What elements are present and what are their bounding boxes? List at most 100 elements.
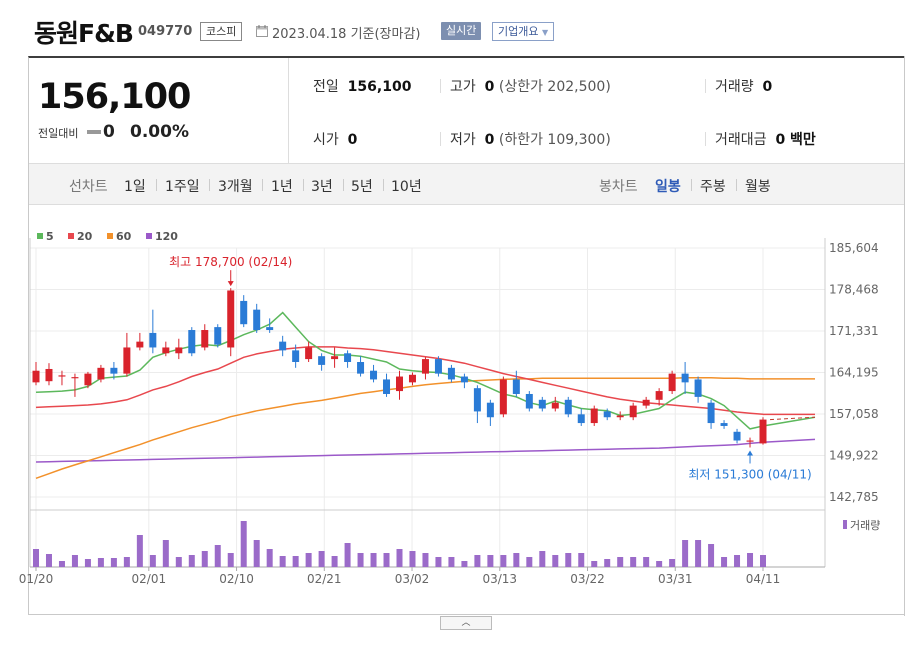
candle-body xyxy=(694,379,702,397)
candle-body xyxy=(227,290,235,348)
volume-bar xyxy=(136,535,143,567)
candle-body xyxy=(84,373,92,386)
candle-body xyxy=(499,379,507,415)
volume-bar xyxy=(175,557,182,567)
candle-body xyxy=(564,399,572,415)
y-tick-label: 142,785 xyxy=(829,490,879,504)
volume-bar xyxy=(695,540,702,567)
y-tick-label: 157,058 xyxy=(829,407,879,421)
x-tick-label: 03/02 xyxy=(395,572,430,586)
candle-body xyxy=(733,431,741,441)
volume-bar xyxy=(747,553,754,567)
candle-body xyxy=(434,359,442,374)
x-tick-label: 04/11 xyxy=(746,572,781,586)
volume-bar xyxy=(71,555,78,567)
candle-body xyxy=(668,373,676,392)
candle-body xyxy=(240,300,248,325)
candle-body xyxy=(58,375,66,377)
x-tick-label: 02/10 xyxy=(219,572,254,586)
candle-body xyxy=(175,347,183,354)
x-tick-label: 02/01 xyxy=(132,572,167,586)
volume-bar xyxy=(357,553,364,567)
volume-bar xyxy=(461,561,468,567)
candle-body xyxy=(383,379,391,394)
volume-bar xyxy=(630,557,637,567)
legend-swatch xyxy=(146,233,152,239)
candle-body xyxy=(214,327,222,345)
volume-bar xyxy=(305,553,312,567)
volume-bar xyxy=(58,561,65,567)
volume-label: 거래량 xyxy=(850,519,880,532)
candle-body xyxy=(305,347,313,360)
candle-body xyxy=(266,327,274,331)
volume-bar xyxy=(318,551,325,567)
candle-body xyxy=(681,373,689,383)
candle-body xyxy=(32,370,40,383)
legend-swatch xyxy=(107,233,113,239)
candle-body xyxy=(759,419,767,444)
volume-bar xyxy=(292,556,299,567)
candle-body xyxy=(551,402,559,409)
volume-bar xyxy=(474,555,481,567)
volume-bar xyxy=(669,559,676,567)
low-annotation: 최저 151,300 (04/11) xyxy=(688,467,811,481)
candle-body xyxy=(486,402,494,418)
y-tick-label: 178,468 xyxy=(829,283,879,297)
volume-bar xyxy=(188,555,195,567)
candle-body xyxy=(746,440,754,442)
volume-bar xyxy=(201,551,208,567)
volume-bar xyxy=(33,549,39,567)
volume-legend-swatch xyxy=(843,520,847,529)
candle-body xyxy=(616,415,624,418)
x-tick-label: 02/21 xyxy=(307,572,342,586)
candle-body xyxy=(188,330,196,354)
candle-body xyxy=(357,362,365,374)
legend-label: 120 xyxy=(155,230,178,243)
candle-body xyxy=(460,376,468,383)
candle-body xyxy=(253,309,261,331)
legend-swatch xyxy=(68,233,74,239)
candle-body xyxy=(110,367,118,374)
volume-bar xyxy=(149,555,156,567)
volume-bar xyxy=(539,551,546,567)
candle-body xyxy=(421,359,429,374)
candle-body xyxy=(629,405,637,418)
candle-body xyxy=(344,353,352,363)
x-tick-label: 03/31 xyxy=(658,572,693,586)
low-arrow-head xyxy=(747,450,754,456)
candle-body xyxy=(201,330,209,348)
volume-bar xyxy=(396,549,403,567)
volume-bar xyxy=(487,555,494,567)
volume-bar xyxy=(84,559,91,567)
y-tick-label: 185,604 xyxy=(829,241,879,255)
volume-bar xyxy=(409,551,416,567)
volume-bar xyxy=(578,553,585,567)
price-chart: 185,604 178,468 171,331 164,195 157,058 149,9… xyxy=(19,230,881,586)
volume-bar xyxy=(45,554,52,567)
collapse-button[interactable]: ︿ xyxy=(440,616,492,630)
candle-body xyxy=(707,402,715,424)
volume-bar xyxy=(760,555,766,567)
volume-bar xyxy=(214,545,221,567)
x-tick-label: 03/13 xyxy=(482,572,517,586)
candle-body xyxy=(318,356,326,365)
candle-body xyxy=(396,376,403,392)
volume-bar xyxy=(513,553,520,567)
volume-bar xyxy=(110,558,117,567)
volume-bar xyxy=(734,555,741,567)
candle-body xyxy=(720,423,728,426)
volume-bar xyxy=(266,549,273,567)
candle-body xyxy=(408,374,416,383)
volume-bar xyxy=(344,543,351,567)
volume-bar xyxy=(435,557,442,567)
volume-bar xyxy=(500,555,507,567)
y-tick-label: 164,195 xyxy=(829,366,879,380)
legend-label: 60 xyxy=(116,230,132,243)
candle-body xyxy=(97,367,105,380)
x-tick-label: 03/22 xyxy=(570,572,605,586)
volume-bar xyxy=(643,557,650,567)
candle-body xyxy=(473,388,481,412)
candle-body xyxy=(642,399,650,406)
volume-bar xyxy=(227,553,234,567)
candle-body xyxy=(447,367,455,380)
